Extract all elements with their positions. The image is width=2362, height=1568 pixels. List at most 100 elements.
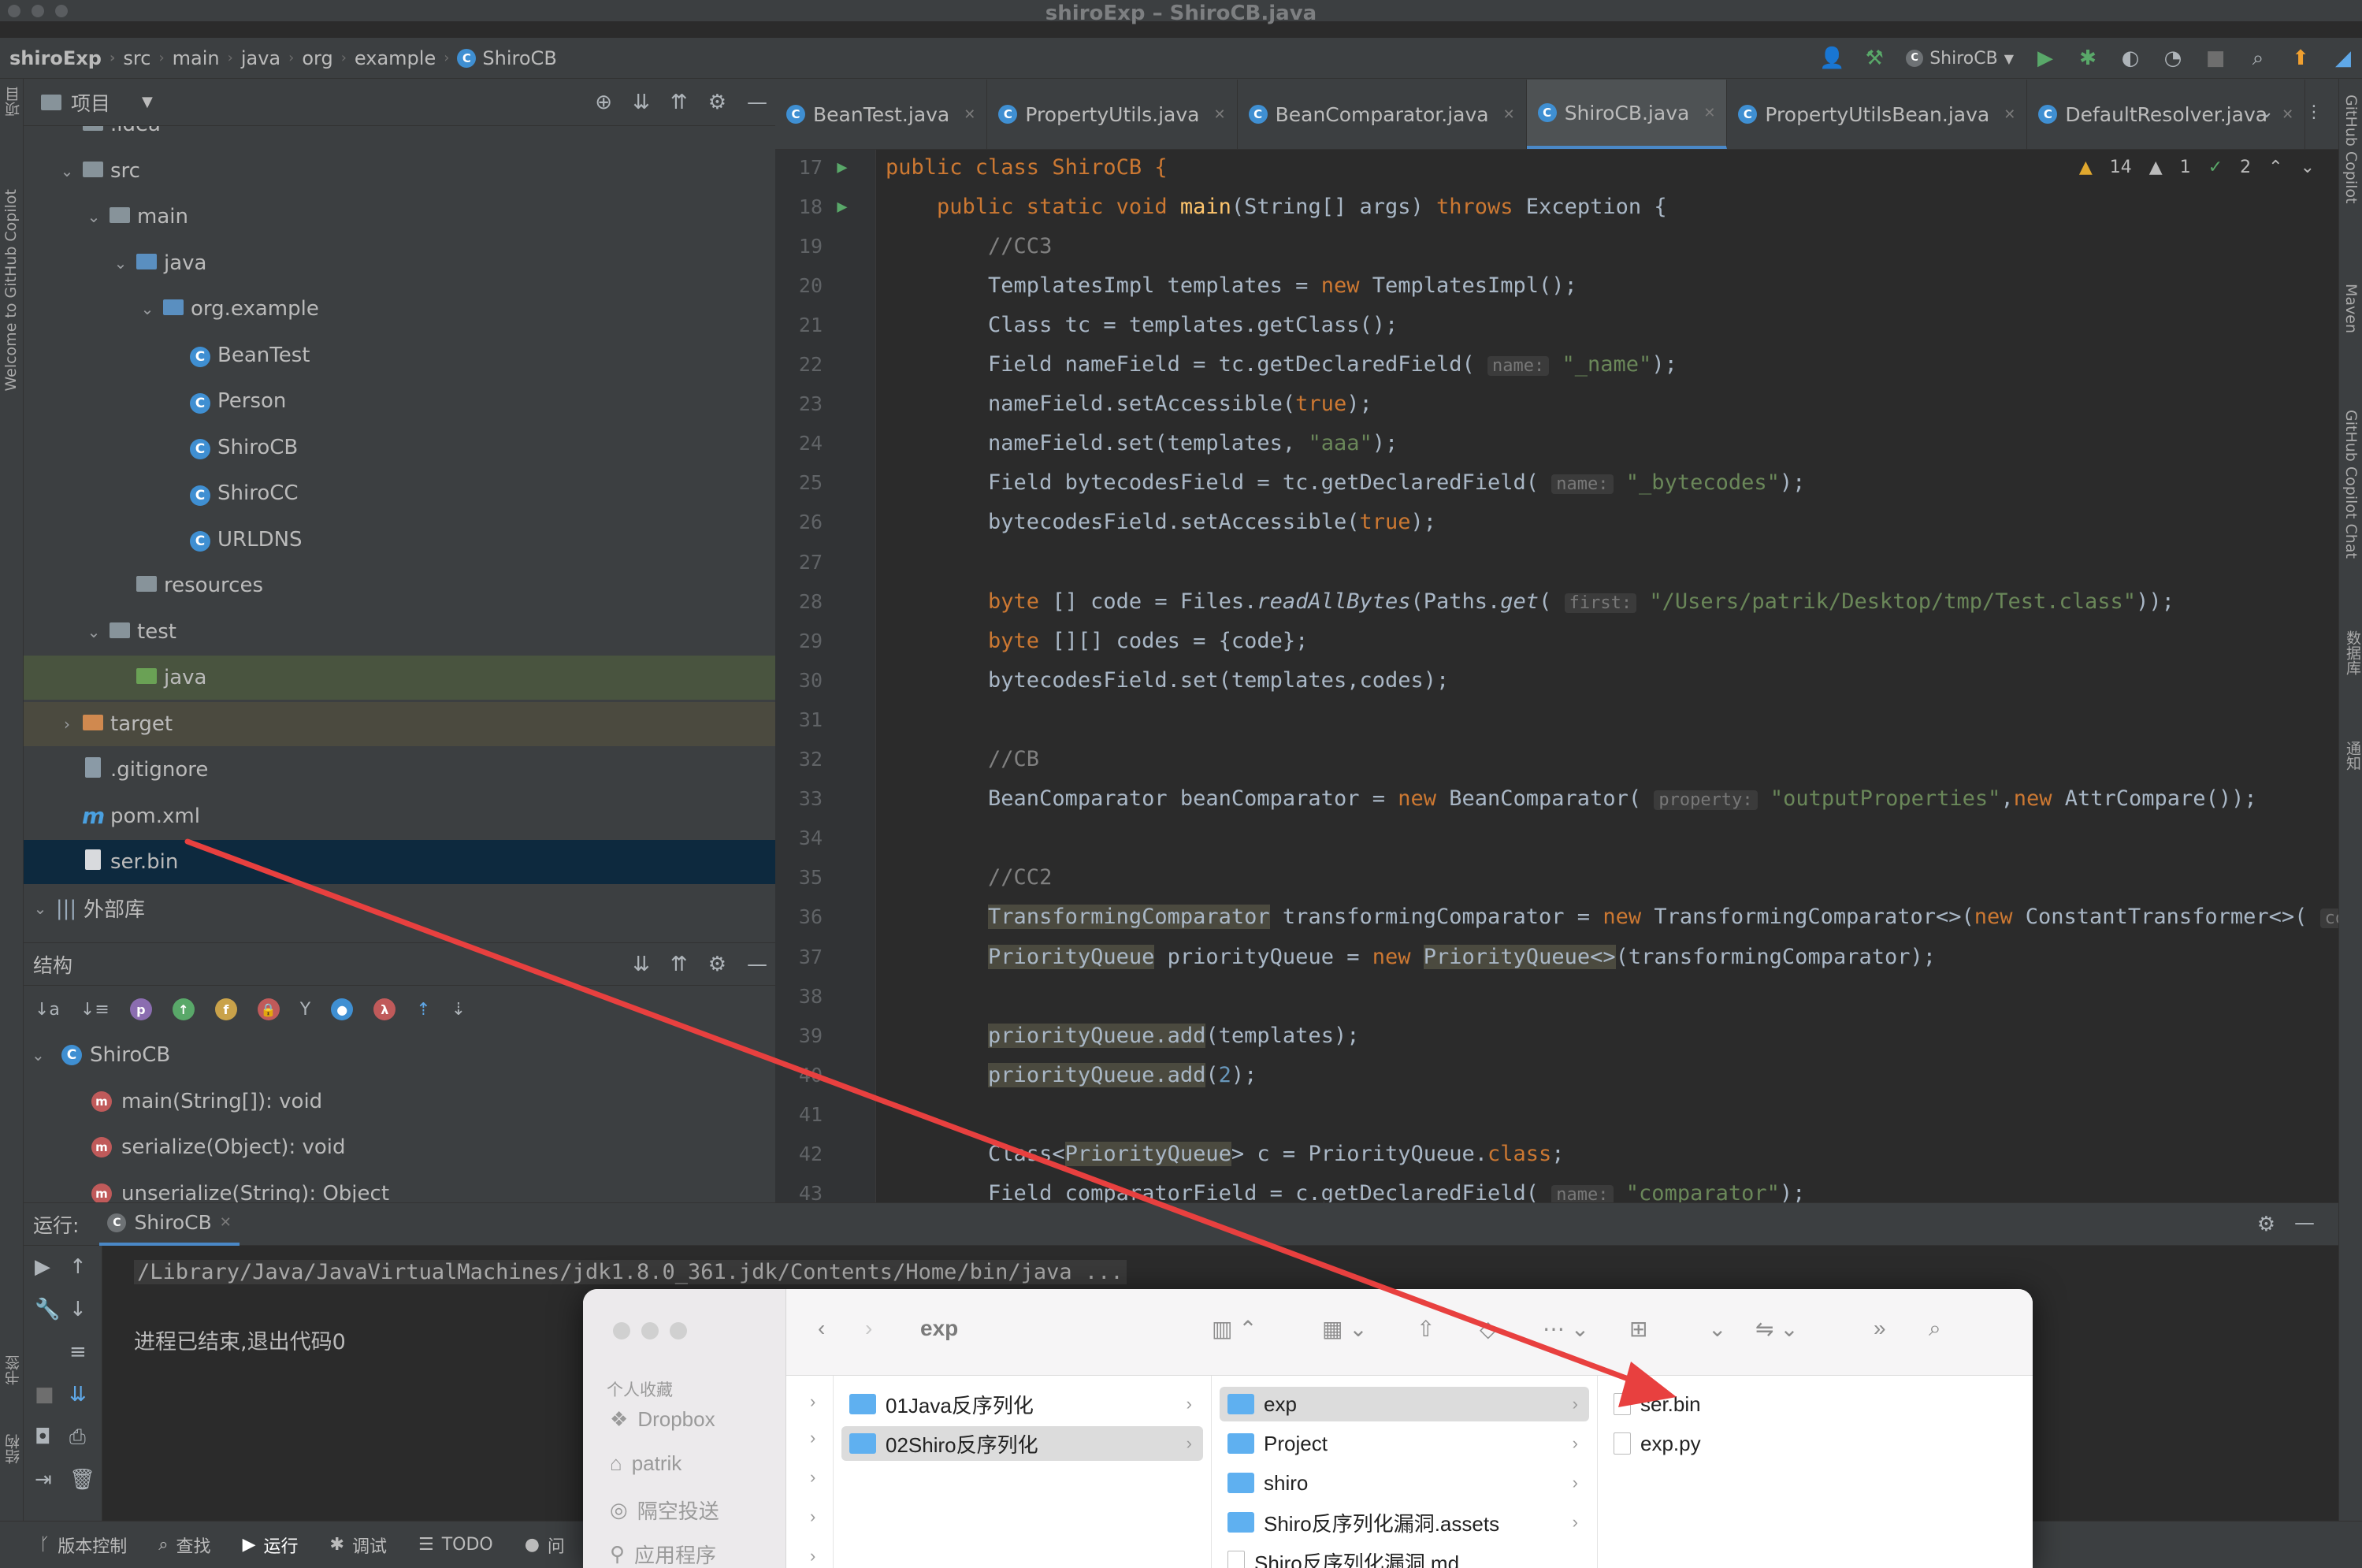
code-line[interactable]: 34 [775, 819, 2338, 857]
finder-window-controls[interactable] [613, 1322, 687, 1339]
code-line[interactable]: 28 byte [] code = Files.readAllBytes(Pat… [775, 582, 2338, 620]
search-icon[interactable]: ⌕ [1929, 1316, 1941, 1342]
run-gutter-icon[interactable]: ▶ [823, 158, 862, 177]
code-editor[interactable]: ▲ 14 ▲ 1 ✓ 2 ⌃ ⌄ 17 ▶ public class ShiroCB {1… [775, 150, 2338, 1202]
lambda-filter-icon[interactable]: ● [331, 998, 354, 1020]
tag-icon[interactable]: ◇ [1480, 1316, 1497, 1342]
finder-item[interactable]: 01Java反序列化 › [841, 1387, 1203, 1421]
exit-icon[interactable]: ⇥ [35, 1468, 52, 1492]
code-line[interactable]: 31 [775, 700, 2338, 738]
finder-item[interactable]: shiro › [1220, 1466, 1589, 1500]
tree-item[interactable]: C ShiroCC [24, 471, 775, 515]
close-icon[interactable]: ✕ [220, 1214, 232, 1231]
code-line[interactable]: 29 byte [][] codes = {code}; [775, 622, 2338, 660]
print-icon[interactable]: ⎙ [69, 1425, 86, 1450]
chevron-down-icon[interactable]: ⌄ [1708, 1316, 1726, 1342]
trash-icon[interactable]: 🗑 [69, 1468, 95, 1492]
code-line[interactable]: 43 Field comparatorField = c.getDeclared… [775, 1175, 2338, 1202]
debug-bug-icon[interactable]: ✱ [2077, 46, 2099, 70]
code-line[interactable]: 17 ▶ public class ShiroCB { [775, 150, 2338, 186]
back-icon[interactable]: ‹ [818, 1316, 825, 1341]
code-line[interactable]: 23 nameField.setAccessible(true); [775, 385, 2338, 423]
run-config-selector[interactable]: C ShiroCB ▼ [1906, 49, 2014, 69]
rerun-icon[interactable]: ▶ [35, 1255, 50, 1279]
up-arrow-icon[interactable]: ↑ [69, 1255, 87, 1279]
tree-item[interactable]: ⌄ java [24, 241, 775, 285]
tabs-overflow-chevron-icon[interactable]: ⌄ [2260, 102, 2274, 122]
code-line[interactable]: 26 bytecodesField.setAccessible(true); [775, 503, 2338, 541]
copilot-chat-label[interactable]: GitHub Copilot Chat [2342, 410, 2360, 559]
tree-item[interactable]: C ShiroCB [24, 425, 775, 470]
fields-filter-icon[interactable]: f [214, 998, 237, 1020]
close-icon[interactable]: ✕ [964, 106, 975, 123]
code-line[interactable]: 27 [775, 543, 2338, 581]
build-hammer-icon[interactable]: ⚒ [1863, 46, 1885, 70]
collapse-all-icon[interactable]: ⇈ [670, 953, 688, 976]
breadcrumb-project[interactable]: shiroExp › [0, 47, 118, 69]
tool-window-search[interactable]: ⌕ 查找 [158, 1533, 210, 1558]
code-line[interactable]: 38 [775, 977, 2338, 1015]
autoscroll-from-source-icon[interactable]: ⇣ [451, 1000, 466, 1020]
finder-item[interactable]: 02Shiro反序列化 › [841, 1426, 1203, 1461]
finder-item[interactable]: ser.bin [1606, 1387, 2025, 1421]
notifications-label[interactable]: 通知 [2342, 741, 2362, 771]
tree-item[interactable]: C BeanTest [24, 333, 775, 377]
tool-window-play[interactable]: ▶ 运行 [243, 1533, 299, 1558]
group-icon[interactable]: ▦ ⌄ [1322, 1316, 1368, 1342]
copilot-label[interactable]: GitHub Copilot [2342, 95, 2360, 203]
expand-all-icon[interactable]: ⇊ [633, 91, 650, 114]
code-line[interactable]: 32 //CB [775, 741, 2338, 778]
tool-window-problems[interactable]: ● 问 [525, 1533, 565, 1558]
sort-alpha-icon[interactable]: ↓a [35, 1000, 60, 1020]
code-line[interactable]: 19 //CC3 [775, 227, 2338, 265]
structure-tool-label[interactable]: 结构 [2, 1434, 24, 1464]
structure-item[interactable]: ⌄ C ShiroCB [24, 1033, 775, 1077]
finder-item[interactable]: Shiro反序列化漏洞.md [1220, 1544, 1589, 1568]
profiler-icon[interactable]: ◔ [2162, 46, 2184, 70]
code-line[interactable]: 36 TransformingComparator transformingCo… [775, 898, 2338, 936]
tree-item[interactable]: m pom.xml [24, 794, 775, 838]
maven-label[interactable]: Maven [2342, 284, 2360, 333]
update-icon[interactable]: ⬆ [2290, 46, 2312, 70]
properties-filter-icon[interactable]: p [129, 998, 152, 1020]
down-arrow-icon[interactable]: ↓ [69, 1298, 87, 1321]
expand-chevron-icon[interactable]: ⌄ [58, 162, 76, 180]
editor-tab[interactable]: C BeanTest.java ✕ [775, 80, 988, 149]
more-actions-icon[interactable]: ⋯ ⌄ [1543, 1316, 1589, 1342]
code-line[interactable]: 21 Class tc = templates.getClass(); [775, 306, 2338, 344]
sidebar-item-dropbox[interactable]: ❖ Dropbox [610, 1407, 715, 1432]
finder-item[interactable]: exp › [1220, 1387, 1589, 1421]
locate-icon[interactable]: ⊕ [595, 91, 612, 114]
run-gutter-icon[interactable]: ▶ [823, 197, 862, 217]
tree-item[interactable]: ⌄ test [24, 610, 775, 654]
stop-icon[interactable]: ■ [35, 1383, 54, 1406]
gear-icon[interactable]: ⚙ [2257, 1213, 2275, 1236]
breadcrumb-java[interactable]: java › [236, 47, 298, 69]
user-icon[interactable]: 👤 [1819, 46, 1844, 70]
copilot-welcome-label[interactable]: Welcome to GitHub Copilot [2, 189, 20, 392]
finder-item[interactable]: exp.py [1606, 1426, 2025, 1461]
inherited-filter-icon[interactable]: ↑ [172, 998, 195, 1020]
close-icon[interactable]: ✕ [1214, 106, 1226, 123]
code-line[interactable]: 20 TemplatesImpl templates = new Templat… [775, 266, 2338, 304]
bookmarks-tool-label[interactable]: 书签 [2, 1355, 24, 1385]
run-tab-shirocb[interactable]: C ShiroCB ✕ [99, 1203, 240, 1246]
coverage-icon[interactable]: ◐ [2119, 46, 2141, 70]
editor-tab[interactable]: C PropertyUtils.java ✕ [987, 80, 1238, 149]
code-line[interactable]: 22 Field nameField = tc.getDeclaredField… [775, 346, 2338, 384]
tree-item[interactable]: .gitignore [24, 748, 775, 792]
expand-chevron-icon[interactable]: ⌄ [32, 1046, 54, 1065]
expand-chevron-icon[interactable]: › [58, 715, 76, 734]
structure-item[interactable]: m serialize(Object): void [24, 1125, 775, 1169]
code-line[interactable]: 41 [775, 1095, 2338, 1133]
finder-item[interactable]: Project › [1220, 1426, 1589, 1461]
tool-window-bug[interactable]: ✱ 调试 [330, 1533, 387, 1558]
finder-item[interactable]: Shiro反序列化漏洞.assets › [1220, 1505, 1589, 1540]
editor-tab[interactable]: C ShiroCB.java ✕ [1526, 80, 1728, 149]
search-icon[interactable]: ⌕ [2247, 46, 2269, 70]
database-label[interactable]: 数据库 [2342, 630, 2362, 675]
code-line[interactable]: 42 Class<PriorityQueue> c = PriorityQueu… [775, 1135, 2338, 1173]
sidebar-item-applications[interactable]: ⚲ 应用程序 [610, 1540, 716, 1568]
chevron-down-icon[interactable]: ▼ [142, 94, 153, 110]
tree-item[interactable]: C Person [24, 379, 775, 423]
